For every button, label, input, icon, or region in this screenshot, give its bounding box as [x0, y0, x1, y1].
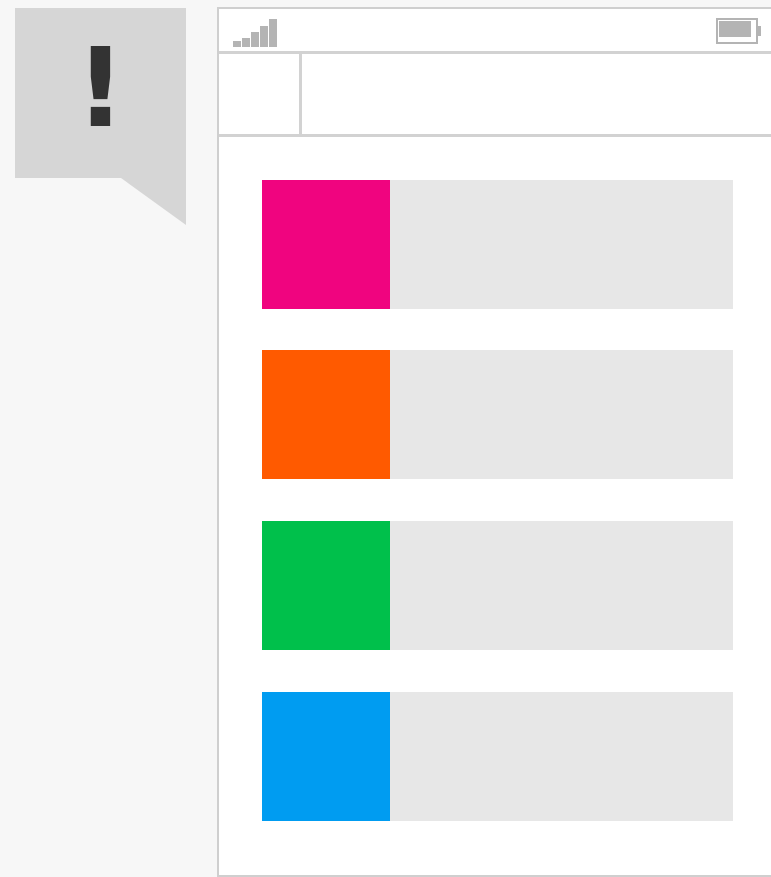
list-item[interactable]: [262, 692, 733, 821]
app-bar: [219, 54, 771, 137]
alert-speech-bubble: !: [15, 8, 186, 178]
list-item[interactable]: [262, 350, 733, 479]
status-bar: [219, 9, 771, 54]
list-item-content: [390, 350, 733, 479]
list-item-color-swatch: [262, 350, 390, 479]
battery-level: [719, 21, 751, 37]
battery-icon: [716, 18, 761, 44]
signal-strength-icon: [233, 17, 287, 47]
speech-bubble-tail: [121, 178, 186, 225]
list-item-content: [390, 180, 733, 309]
exclamation-icon: !: [75, 24, 126, 152]
phone-frame: [217, 7, 771, 877]
list-item[interactable]: [262, 521, 733, 650]
app-bar-title: [302, 54, 771, 134]
list-item[interactable]: [262, 180, 733, 309]
list-item-content: [390, 692, 733, 821]
list-item-color-swatch: [262, 521, 390, 650]
list-item-color-swatch: [262, 180, 390, 309]
list-item-color-swatch: [262, 692, 390, 821]
app-bar-menu-button[interactable]: [219, 54, 302, 134]
list-item-content: [390, 521, 733, 650]
